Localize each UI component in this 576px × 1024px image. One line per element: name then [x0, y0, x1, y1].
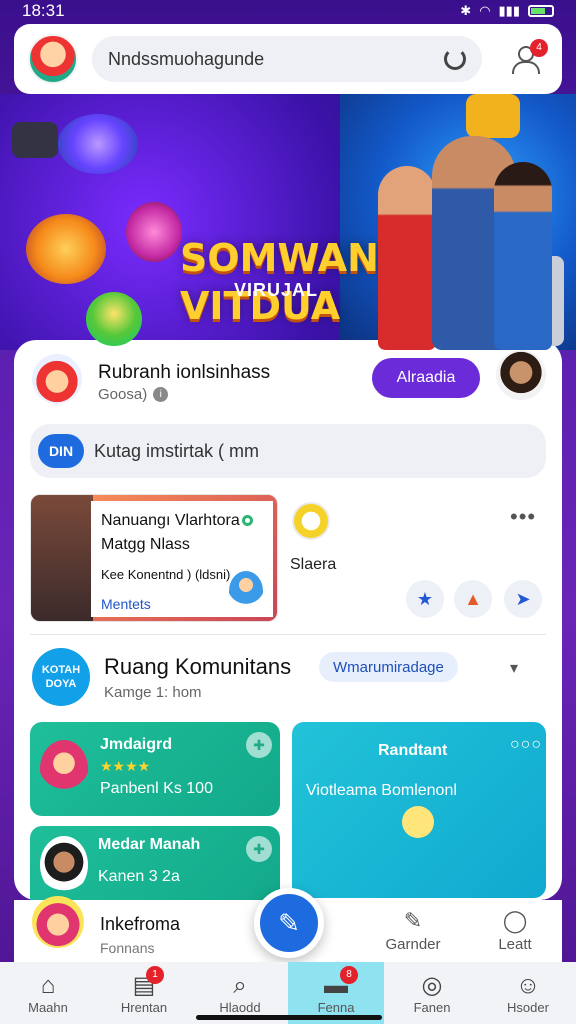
person-avatar	[40, 836, 88, 894]
tab-label: Maahn	[28, 999, 68, 1015]
community-tile[interactable]: Medar Manah Kanen 3 2a ✚	[30, 826, 280, 900]
status-icons: ✱ ◠ ▮▮▮	[460, 3, 554, 19]
community-tag[interactable]: Wmarumiradage	[319, 652, 458, 682]
strip-subtitle: Fonnans	[100, 940, 155, 956]
profile-avatar[interactable]	[32, 354, 82, 404]
notification-badge: 4	[530, 39, 548, 57]
gem-decoration	[466, 94, 520, 138]
tab-label: Hsoder	[507, 999, 549, 1015]
add-icon[interactable]: ✚	[246, 836, 272, 862]
search-input[interactable]: Nndssmuohagundе	[108, 49, 444, 70]
profile-name: Rubranh ionlsinhass	[98, 362, 271, 383]
feature-card[interactable]: Nanuangı Vlarhtora Matgg Nlass Kee Konen…	[30, 494, 278, 622]
community-subtitle: Kamge 1: hom	[104, 684, 202, 701]
chevron-down-icon[interactable]: ▾	[510, 658, 532, 678]
search-icon: ⌕	[233, 971, 247, 999]
search-bar[interactable]: Nndssmuohagundе	[92, 36, 482, 82]
feature-panel: Nanuangı Vlarhtora Matgg Nlass Kee Konen…	[91, 501, 273, 617]
chip-logo: DIN	[38, 434, 84, 468]
edit-icon: ✎	[403, 908, 423, 933]
gift-button[interactable]: ▲	[454, 580, 492, 618]
speaker-decoration	[12, 122, 58, 158]
tab-explore[interactable]: ◎ Fanen	[384, 962, 480, 1024]
strip-title: Inkefroma	[100, 914, 181, 934]
mascot-avatar[interactable]	[32, 896, 84, 948]
wifi-icon: ◠	[479, 3, 491, 18]
status-bar: 18:31 ✱ ◠ ▮▮▮	[0, 0, 576, 22]
tile-title: Jmdaigrd	[100, 736, 173, 753]
profile-meta: Goosa) i	[98, 386, 169, 403]
signal-icon: ▮▮▮	[498, 3, 520, 18]
tab-label: Hrentan	[120, 999, 168, 1015]
primary-action-button[interactable]: Alraadia	[372, 358, 480, 398]
bluetooth-icon: ✱	[460, 3, 472, 18]
community-tile[interactable]: Jmdaigrd ★★★★ Panbenl Ks 100 ✚	[30, 722, 280, 816]
tile-subtitle: Panbenl Ks 100	[100, 780, 213, 797]
info-chip-row[interactable]: DIN Kutag imstirtak ( mm	[30, 424, 546, 478]
status-time: 18:31	[22, 1, 65, 20]
online-indicator-icon	[241, 515, 253, 527]
tab-profile[interactable]: ☺ Hsoder	[480, 962, 576, 1024]
tab-label: Fanen	[413, 999, 451, 1015]
home-indicator	[196, 1015, 382, 1020]
more-icon[interactable]: •••	[510, 504, 536, 530]
chip-text: Kutag imstirtak ( mm	[94, 440, 260, 461]
tile-title: Randtant	[378, 742, 448, 759]
friend-avatar[interactable]	[496, 350, 546, 400]
profile-button[interactable]: ◯ Leatt	[480, 908, 550, 953]
home-icon: ⌂	[40, 971, 56, 999]
edit-button[interactable]: ✎ Garnder	[378, 908, 448, 953]
mascot-icon	[229, 571, 263, 611]
tab-label: Hlaodd	[219, 999, 261, 1015]
battery-icon	[528, 5, 554, 17]
tab-label: Fenna	[317, 999, 355, 1015]
top-bar: Nndssmuohagundе 4	[14, 24, 562, 94]
profile-meta-text: Goosa)	[98, 386, 148, 403]
edit-label: Garnder	[385, 936, 441, 953]
notifications-button[interactable]: 4	[500, 35, 548, 83]
tab-events[interactable]: ▤ 1 Hrentan	[96, 962, 192, 1024]
community-tile[interactable]: Randtant ○○○ Viotleama Bomlenonl	[292, 722, 546, 898]
compose-icon: ✎	[278, 907, 300, 938]
compass-icon: ◎	[421, 971, 443, 999]
tab-badge: 1	[146, 966, 164, 984]
banner-subtitle: VIRUJAL	[234, 280, 319, 300]
main-card: Rubranh ionlsinhass Goosa) i Alraadia DI…	[14, 340, 562, 900]
user-icon: ◯	[502, 908, 528, 933]
feature-line: Matgg Nlass	[101, 536, 190, 553]
tile-title: Medar Manah	[98, 836, 201, 853]
mascot-icon	[40, 740, 88, 798]
side-label: Slaera	[290, 556, 337, 573]
tile-subtitle: Viotleama Bomlenonl	[306, 782, 457, 799]
person-image	[378, 166, 436, 350]
gem-decoration	[58, 114, 138, 174]
more-icon[interactable]: ○○○	[510, 736, 542, 754]
mascot-decoration	[86, 292, 142, 346]
rating-stars: ★★★★	[100, 758, 151, 774]
banner-title-line: SOMWAN	[180, 236, 379, 280]
group-photo	[31, 495, 93, 621]
promo-banner[interactable]: SOMWAN VITDUA	[0, 94, 576, 350]
avatar[interactable]	[28, 34, 78, 84]
feature-line: Nanuangı Vlarhtora	[101, 512, 240, 529]
tab-home[interactable]: ⌂ Maahn	[0, 962, 96, 1024]
sun-icon	[402, 806, 434, 838]
profile-label: Leatt	[498, 936, 532, 953]
profile-icon: ☺	[515, 971, 541, 999]
star-button[interactable]: ★	[406, 580, 444, 618]
add-icon[interactable]: ✚	[246, 732, 272, 758]
info-icon[interactable]: i	[153, 387, 169, 402]
tab-badge: 8	[340, 966, 358, 984]
gem-decoration	[26, 214, 106, 284]
divider	[30, 634, 546, 635]
community-title: Ruang Komunitans	[104, 654, 292, 679]
compose-button[interactable]: ✎	[254, 888, 324, 958]
community-logo: KOTAH DOYA	[32, 648, 90, 706]
person-image	[494, 162, 552, 350]
gem-decoration	[126, 202, 182, 262]
refresh-icon[interactable]	[444, 48, 466, 70]
tile-subtitle: Kanen 3 2a	[98, 868, 180, 885]
send-button[interactable]: ➤	[504, 580, 542, 618]
side-avatar[interactable]	[292, 502, 330, 540]
